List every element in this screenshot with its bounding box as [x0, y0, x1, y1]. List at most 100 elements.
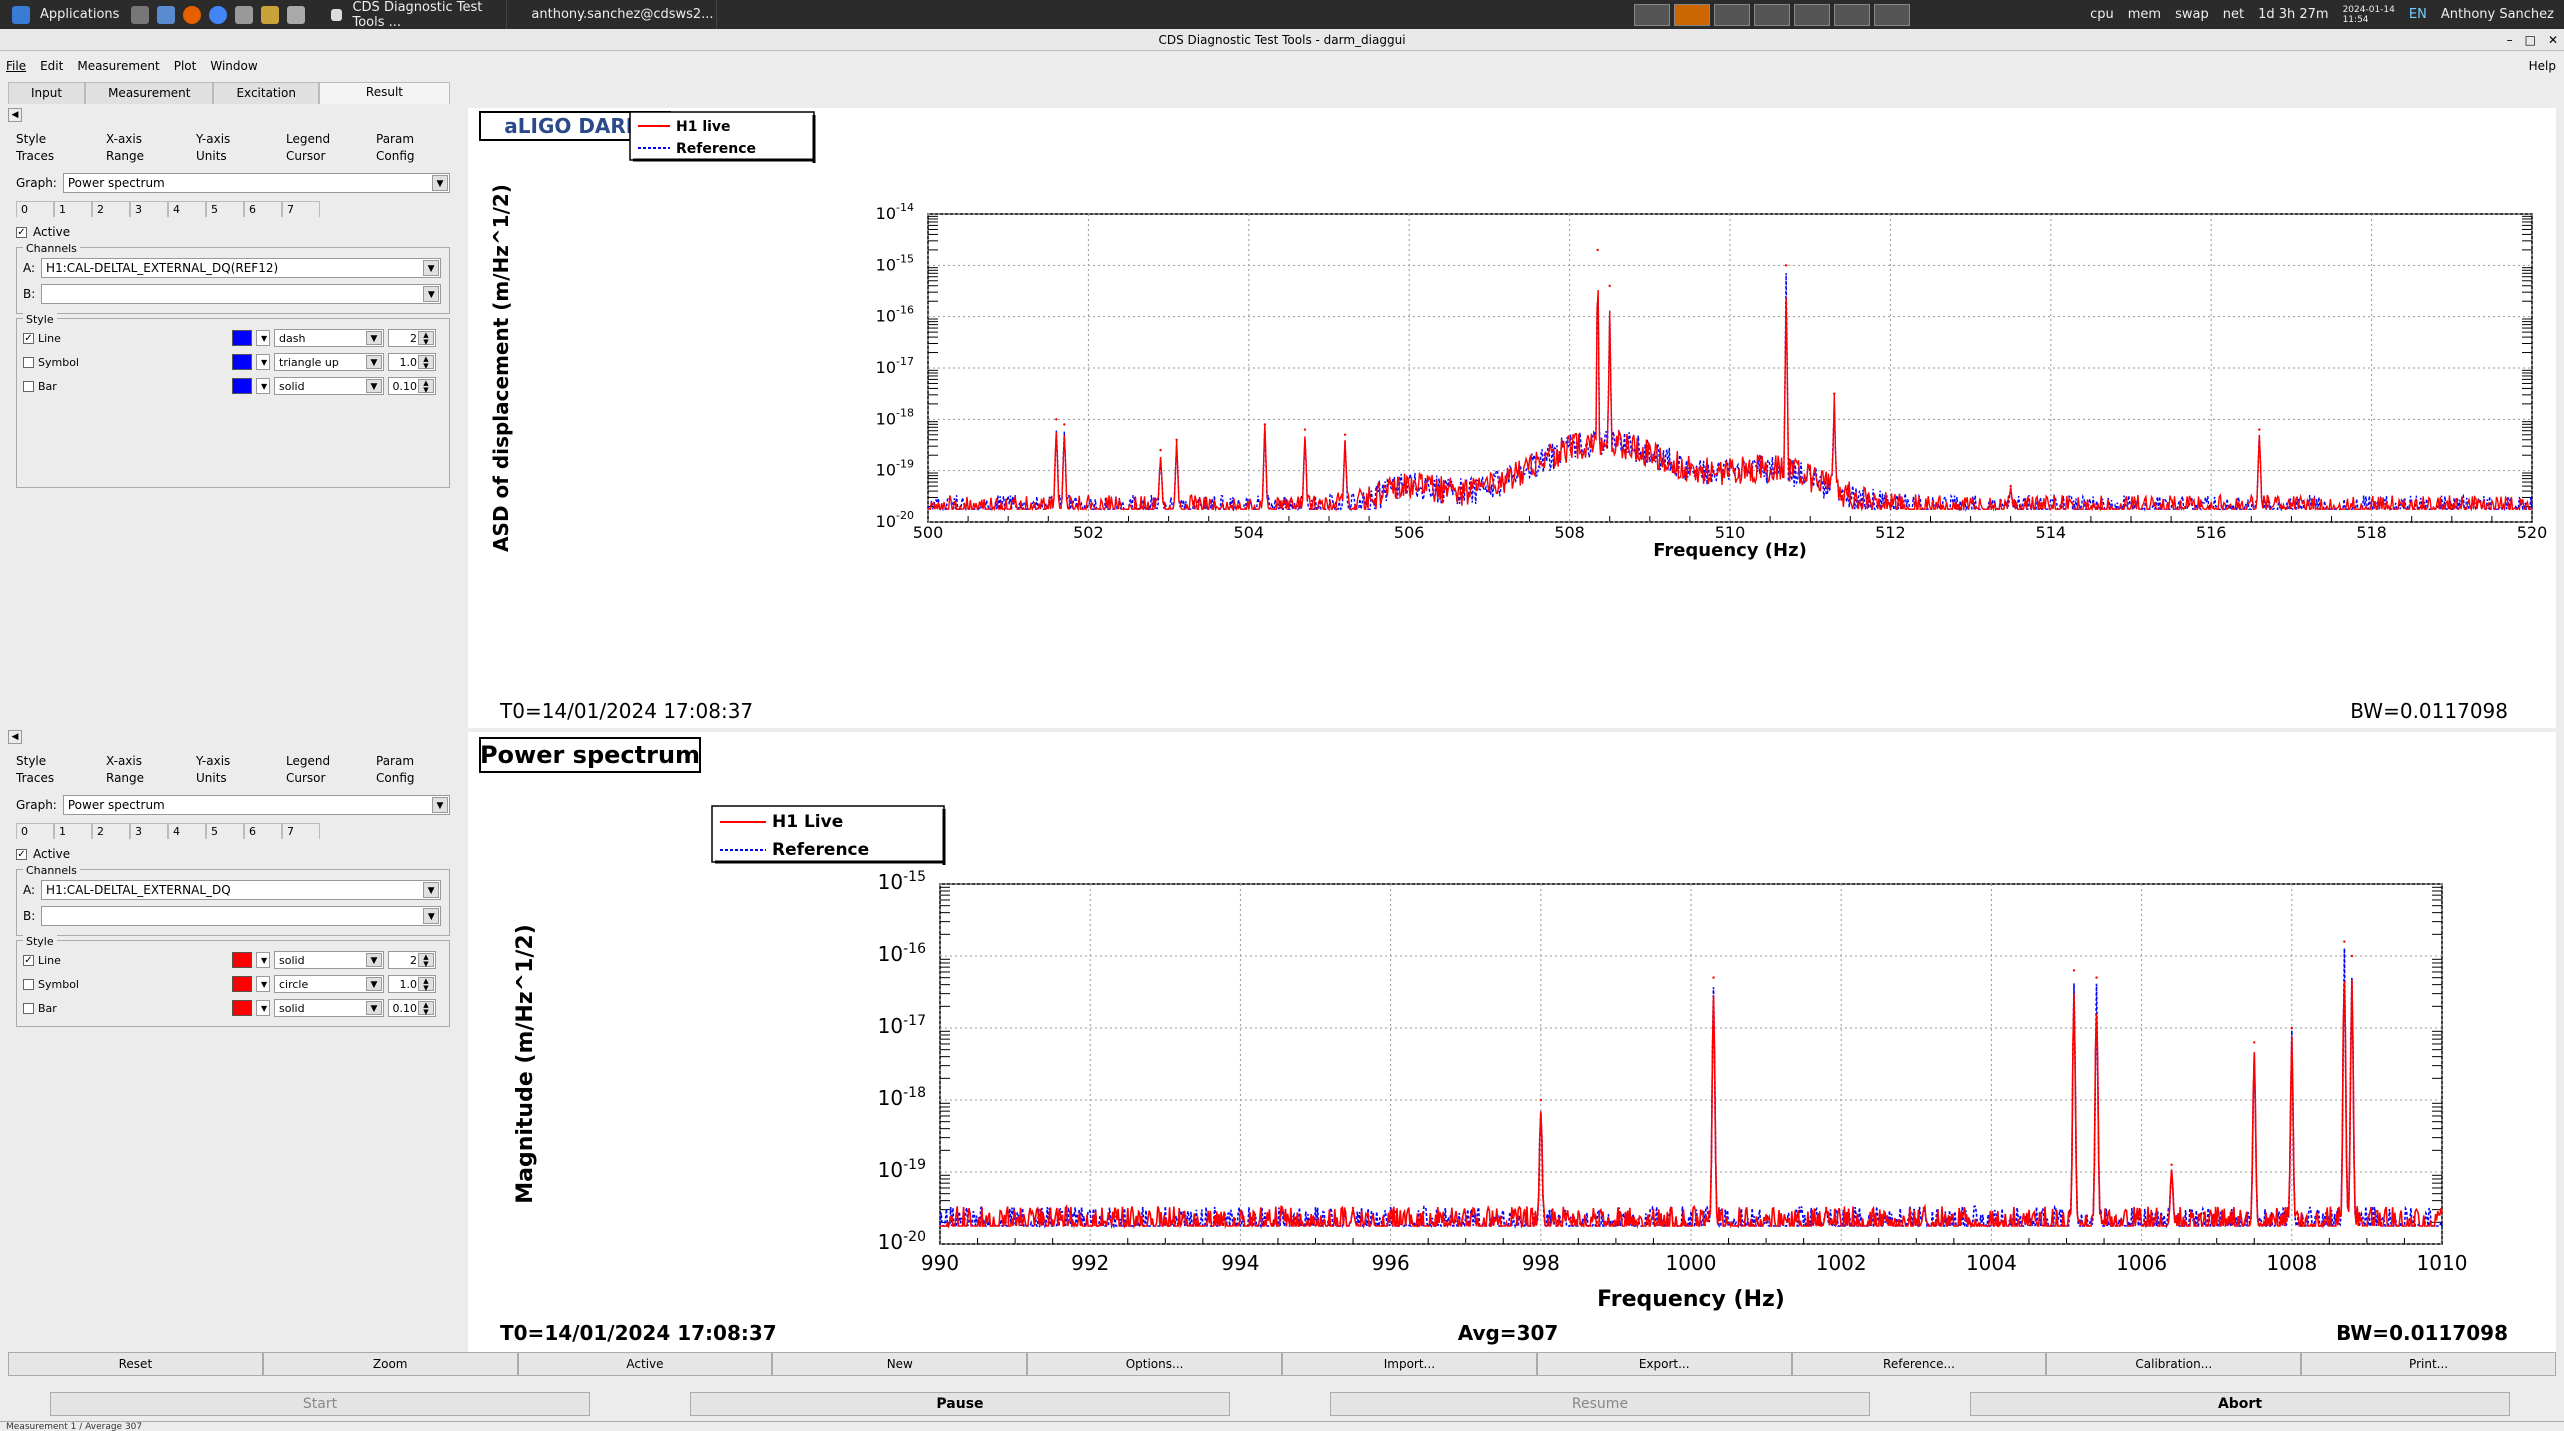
symbol-size-spinner[interactable]: 1.0 ▲ ▼ — [388, 353, 436, 371]
collapse-arrow-icon[interactable]: ◀ — [8, 108, 22, 122]
menu-window[interactable]: Window — [210, 59, 257, 73]
subtab-style[interactable]: Style — [16, 132, 106, 146]
start-button[interactable]: Start — [50, 1392, 590, 1416]
line-style-select[interactable]: dash ▼ — [274, 329, 384, 347]
options-button[interactable]: Options... — [1027, 1352, 1282, 1376]
tab-measurement[interactable]: Measurement — [85, 82, 214, 104]
asd-chart[interactable]: 500 502 504 506 508 510 512 514 516 518 52010-2010… — [468, 108, 2556, 728]
subtab-style[interactable]: Style — [16, 754, 106, 768]
subtab-range[interactable]: Range — [106, 771, 196, 785]
trace-tab-6[interactable]: 6 — [244, 823, 282, 839]
applications-menu[interactable]: Applications — [0, 0, 127, 29]
symbol-style-select[interactable]: triangle up ▼ — [274, 353, 384, 371]
symbol-checkbox[interactable] — [23, 356, 34, 368]
trace-tab-2[interactable]: 2 — [92, 201, 130, 217]
reset-button[interactable]: Reset — [8, 1352, 263, 1376]
color-dropdown[interactable]: ▼ — [256, 378, 270, 394]
subtab-config[interactable]: Config — [376, 771, 466, 785]
channel-a-select[interactable]: H1:CAL-DELTAL_EXTERNAL_DQ(REF12) ▼ — [41, 258, 442, 278]
line-checkbox[interactable]: ✓ — [23, 954, 34, 966]
channel-b-select[interactable]: ▼ — [41, 284, 442, 304]
workspace-2[interactable] — [1674, 3, 1711, 26]
taskbar-window-terminal[interactable]: anthony.sanchez@cdsws2... — [507, 0, 718, 29]
symbol-color-swatch[interactable] — [232, 354, 252, 370]
plot-pane-top[interactable]: 500 502 504 506 508 510 512 514 516 518 520 10-20 10… — [468, 108, 2556, 728]
bar-size-spinner[interactable]: 0.10 ▲ ▼ — [388, 377, 436, 395]
subtab-traces[interactable]: Traces — [16, 771, 106, 785]
active-checkbox[interactable]: ✓ — [16, 226, 27, 238]
calibration-button[interactable]: Calibration... — [2046, 1352, 2302, 1376]
bar-checkbox[interactable] — [23, 380, 34, 392]
maximize-icon[interactable]: □ — [2525, 29, 2536, 51]
symbol-size-spinner[interactable]: 1.0 ▲ ▼ — [388, 975, 436, 993]
subtab-param[interactable]: Param — [376, 132, 466, 146]
channel-a-select[interactable]: H1:CAL-DELTAL_EXTERNAL_DQ ▼ — [41, 880, 442, 900]
print-button[interactable]: Print... — [2301, 1352, 2556, 1376]
graph-select[interactable]: Power spectrum ▼ — [62, 795, 450, 815]
workspace-4[interactable] — [1754, 3, 1791, 26]
trace-tab-1[interactable]: 1 — [54, 201, 92, 217]
terminal-icon[interactable] — [131, 5, 150, 24]
user-name[interactable]: Anthony Sanchez — [2441, 7, 2554, 22]
trace-tab-5[interactable]: 5 — [206, 201, 244, 217]
color-dropdown[interactable]: ▼ — [256, 330, 270, 346]
line-size-spinner[interactable]: 2 ▲ ▼ — [388, 951, 436, 969]
bar-style-select[interactable]: solid ▼ — [274, 377, 384, 395]
resume-button[interactable]: Resume — [1330, 1392, 1870, 1416]
menu-help[interactable]: Help — [2529, 59, 2556, 73]
subtab-legend[interactable]: Legend — [286, 132, 376, 146]
export-button[interactable]: Export... — [1536, 1352, 1792, 1376]
bar-style-select[interactable]: solid ▼ — [274, 999, 384, 1017]
trace-tab-5[interactable]: 5 — [206, 823, 244, 839]
workspace-switcher[interactable] — [1634, 3, 1911, 26]
import-button[interactable]: Import... — [1281, 1352, 1537, 1376]
subtab-x-axis[interactable]: X-axis — [106, 132, 196, 146]
subtab-config[interactable]: Config — [376, 149, 466, 163]
trace-tab-7[interactable]: 7 — [282, 823, 320, 839]
color-dropdown[interactable]: ▼ — [256, 354, 270, 370]
chrome-icon[interactable] — [209, 5, 228, 24]
menu-file[interactable]: File — [6, 59, 26, 73]
workspace-5[interactable] — [1794, 3, 1831, 26]
trace-tab-4[interactable]: 4 — [168, 823, 206, 839]
trace-tab-4[interactable]: 4 — [168, 201, 206, 217]
share-icon[interactable] — [235, 5, 254, 24]
net-monitor[interactable]: net — [2223, 7, 2244, 22]
collapse-arrow-icon[interactable]: ◀ — [8, 730, 22, 744]
bar-size-spinner[interactable]: 0.10 ▲ ▼ — [388, 999, 436, 1017]
workspace-3[interactable] — [1714, 3, 1751, 26]
clock[interactable]: 2024-01-14 11:54 — [2343, 5, 2395, 25]
abort-button[interactable]: Abort — [1970, 1392, 2510, 1416]
channel-b-select[interactable]: ▼ — [41, 906, 442, 926]
line-size-spinner[interactable]: 2 ▲ ▼ — [388, 329, 436, 347]
line-checkbox[interactable]: ✓ — [23, 332, 34, 344]
subtab-units[interactable]: Units — [196, 771, 286, 785]
subtab-range[interactable]: Range — [106, 149, 196, 163]
editor-icon[interactable] — [287, 5, 306, 24]
active-button[interactable]: Active — [517, 1352, 773, 1376]
subtab-legend[interactable]: Legend — [286, 754, 376, 768]
bar-color-swatch[interactable] — [232, 378, 252, 394]
trace-tab-3[interactable]: 3 — [130, 201, 168, 217]
taskbar-window-diaggui[interactable]: CDS Diagnostic Test Tools ... — [317, 0, 508, 30]
cpu-monitor[interactable]: cpu — [2090, 7, 2114, 22]
line-color-swatch[interactable] — [232, 330, 252, 346]
plot-pane-bottom[interactable]: 990 992 994 996 998 1000 1002 1004 1006 1008 1010 1… — [468, 732, 2556, 1352]
trace-tab-2[interactable]: 2 — [92, 823, 130, 839]
menu-measurement[interactable]: Measurement — [77, 59, 159, 73]
menu-plot[interactable]: Plot — [174, 59, 197, 73]
trace-tab-0[interactable]: 0 — [16, 823, 54, 839]
subtab-x-axis[interactable]: X-axis — [106, 754, 196, 768]
subtab-cursor[interactable]: Cursor — [286, 149, 376, 163]
pause-button[interactable]: Pause — [690, 1392, 1230, 1416]
mem-monitor[interactable]: mem — [2128, 7, 2161, 22]
minimize-icon[interactable]: – — [2507, 29, 2513, 51]
color-dropdown[interactable]: ▼ — [256, 952, 270, 968]
trace-tab-0[interactable]: 0 — [16, 201, 54, 217]
workspace-7[interactable] — [1874, 3, 1911, 26]
line-color-swatch[interactable] — [232, 952, 252, 968]
new-button[interactable]: New — [772, 1352, 1028, 1376]
power-spectrum-chart[interactable]: 990 992 994 996 998 1000 1002 1004 1006 1008 1010 1… — [468, 732, 2556, 1352]
color-dropdown[interactable]: ▼ — [256, 976, 270, 992]
graph-select[interactable]: Power spectrum ▼ — [62, 173, 450, 193]
